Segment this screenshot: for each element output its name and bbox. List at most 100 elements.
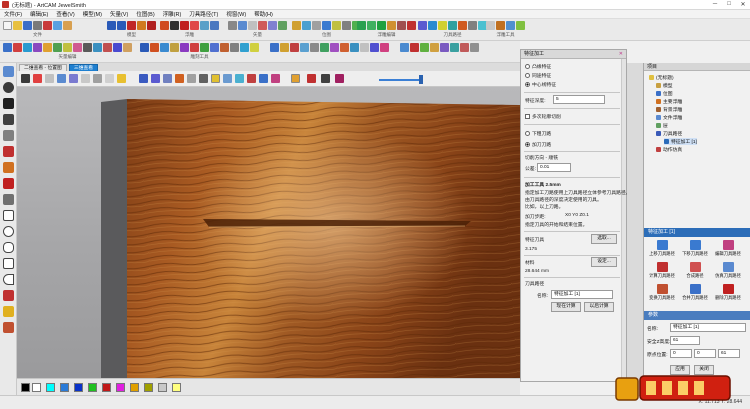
brush-icon[interactable] [3,322,14,333]
pen-icon[interactable] [3,146,14,157]
vector-text-icon[interactable] [258,21,267,30]
text-tool-icon[interactable] [3,290,14,301]
property-name-input[interactable]: 特征加工 [1] [670,323,746,332]
palette-swatch-2[interactable] [46,383,55,392]
tree-item-root[interactable]: (无标题) [649,74,674,81]
tree-item-feature-toolpath[interactable]: 特征加工 [1] [664,138,697,145]
move-up-toolpath-button[interactable]: 上移刀具路径 [647,240,677,257]
palette-swatch-7[interactable] [116,383,125,392]
copy-icon[interactable] [53,21,62,30]
strategy-option-1[interactable]: 同途特征 [525,72,551,79]
relief-tool-1-icon[interactable] [486,21,495,30]
palette-swatch-4[interactable] [74,383,83,392]
vector-edit-8-icon[interactable] [73,43,82,52]
view-tool-icon[interactable] [321,74,330,83]
tree-item-model[interactable]: 模型 [656,82,673,89]
multi-pass-option[interactable]: 多次轮廓切削 [525,113,561,120]
view-axis-icon[interactable] [139,74,148,83]
carve-7-icon[interactable] [200,43,209,52]
menu-vector[interactable]: 矢量(V) [106,10,132,18]
palette-swatch-0[interactable] [21,383,30,392]
new-file-icon[interactable] [3,21,12,30]
vector-edit-12-icon[interactable] [113,43,122,52]
palette-swatch-5[interactable] [88,383,97,392]
extra-7-icon[interactable] [330,43,339,52]
toolpath-6-icon[interactable] [468,21,477,30]
minimize-button[interactable]: ─ [708,1,722,8]
relief-edit-3-icon[interactable] [377,21,386,30]
cut-icon[interactable] [43,21,52,30]
relief-heart-icon[interactable] [190,21,199,30]
tolerance-input[interactable]: 0.01 [537,163,571,172]
delete-icon[interactable] [127,21,136,30]
home-z-input[interactable]: 61 [718,349,740,358]
menu-view[interactable]: 查看(V) [52,10,78,18]
view-iso-icon[interactable] [69,74,78,83]
ellipse-icon[interactable] [3,242,14,253]
extra-5-icon[interactable] [310,43,319,52]
rectangle-icon[interactable] [3,210,14,221]
vector-edit-2-icon[interactable] [13,43,22,52]
extra2-1-icon[interactable] [400,43,409,52]
tab-3d-view[interactable]: 三维查看 [68,64,99,71]
relief-smooth-icon[interactable] [200,21,209,30]
extra2-4-icon[interactable] [430,43,439,52]
bitmap-grid-icon[interactable] [312,21,321,30]
relief-tool-2-icon[interactable] [496,21,505,30]
polygon-icon[interactable] [3,258,14,269]
select-tool-button[interactable]: 选取... [591,234,617,244]
relief-sphere-icon[interactable] [210,21,219,30]
extra2-8-icon[interactable] [470,43,479,52]
view-point-icon[interactable] [33,74,42,83]
palette-swatch-1[interactable] [32,383,41,392]
menu-bitmap[interactable]: 位图(B) [132,10,158,18]
toolpath-2-icon[interactable] [428,21,437,30]
vector-edit-1-icon[interactable] [3,43,12,52]
calculate-now-button[interactable]: 现在计算 [551,302,581,312]
circle-icon[interactable] [3,226,14,237]
palette-swatch-9[interactable] [144,383,153,392]
extra2-5-icon[interactable] [440,43,449,52]
relief-edit-4-icon[interactable] [387,21,396,30]
menu-relief[interactable]: 浮雕(R) [159,10,186,18]
redo-icon[interactable] [117,21,126,30]
strategy-option-2[interactable]: 中心线特征 [525,81,556,88]
vector-node-icon[interactable] [238,21,247,30]
node-edit-icon[interactable] [3,114,14,125]
menu-model[interactable]: 模型(M) [79,10,106,18]
toolpath-4-icon[interactable] [448,21,457,30]
vector-select-icon[interactable] [228,21,237,30]
paste-icon[interactable] [63,21,72,30]
view-pan-icon[interactable] [187,74,196,83]
menu-toolpaths[interactable]: 刀具路径(T) [185,10,222,18]
extra-2-icon[interactable] [280,43,289,52]
toolpath-1-icon[interactable] [418,21,427,30]
depth-input[interactable]: 5 [553,95,605,104]
palette-swatch-10[interactable] [158,383,167,392]
extra-12-icon[interactable] [380,43,389,52]
strategy-option-0[interactable]: 凸缘特征 [525,63,551,70]
view-diamond-icon[interactable] [335,74,344,83]
relief-clipart-icon[interactable] [160,21,169,30]
relief-edit-2-icon[interactable] [367,21,376,30]
extra2-7-icon[interactable] [460,43,469,52]
extra2-3-icon[interactable] [420,43,429,52]
extra-9-icon[interactable] [350,43,359,52]
tree-item-layers[interactable]: 层 [656,122,668,129]
carve-2-icon[interactable] [150,43,159,52]
arc-icon[interactable] [3,274,14,285]
vector-offset-icon[interactable] [278,21,287,30]
multi-pass-checkbox[interactable] [525,114,530,120]
tree-item-background-relief[interactable]: 背景浮雕 [656,106,682,113]
transform-icon[interactable] [3,130,14,141]
maximize-button[interactable]: □ [722,1,736,8]
view-light-icon[interactable] [117,74,126,83]
toolpath-5-icon[interactable] [458,21,467,30]
relief-edit-1-icon[interactable] [357,21,366,30]
palette-swatch-3[interactable] [60,383,69,392]
carve-4-icon[interactable] [170,43,179,52]
undo-icon[interactable] [107,21,116,30]
view-color-icon[interactable] [271,74,280,83]
view-cube-icon[interactable] [57,74,66,83]
tree-item-file-relief[interactable]: 文件浮雕 [656,114,682,121]
